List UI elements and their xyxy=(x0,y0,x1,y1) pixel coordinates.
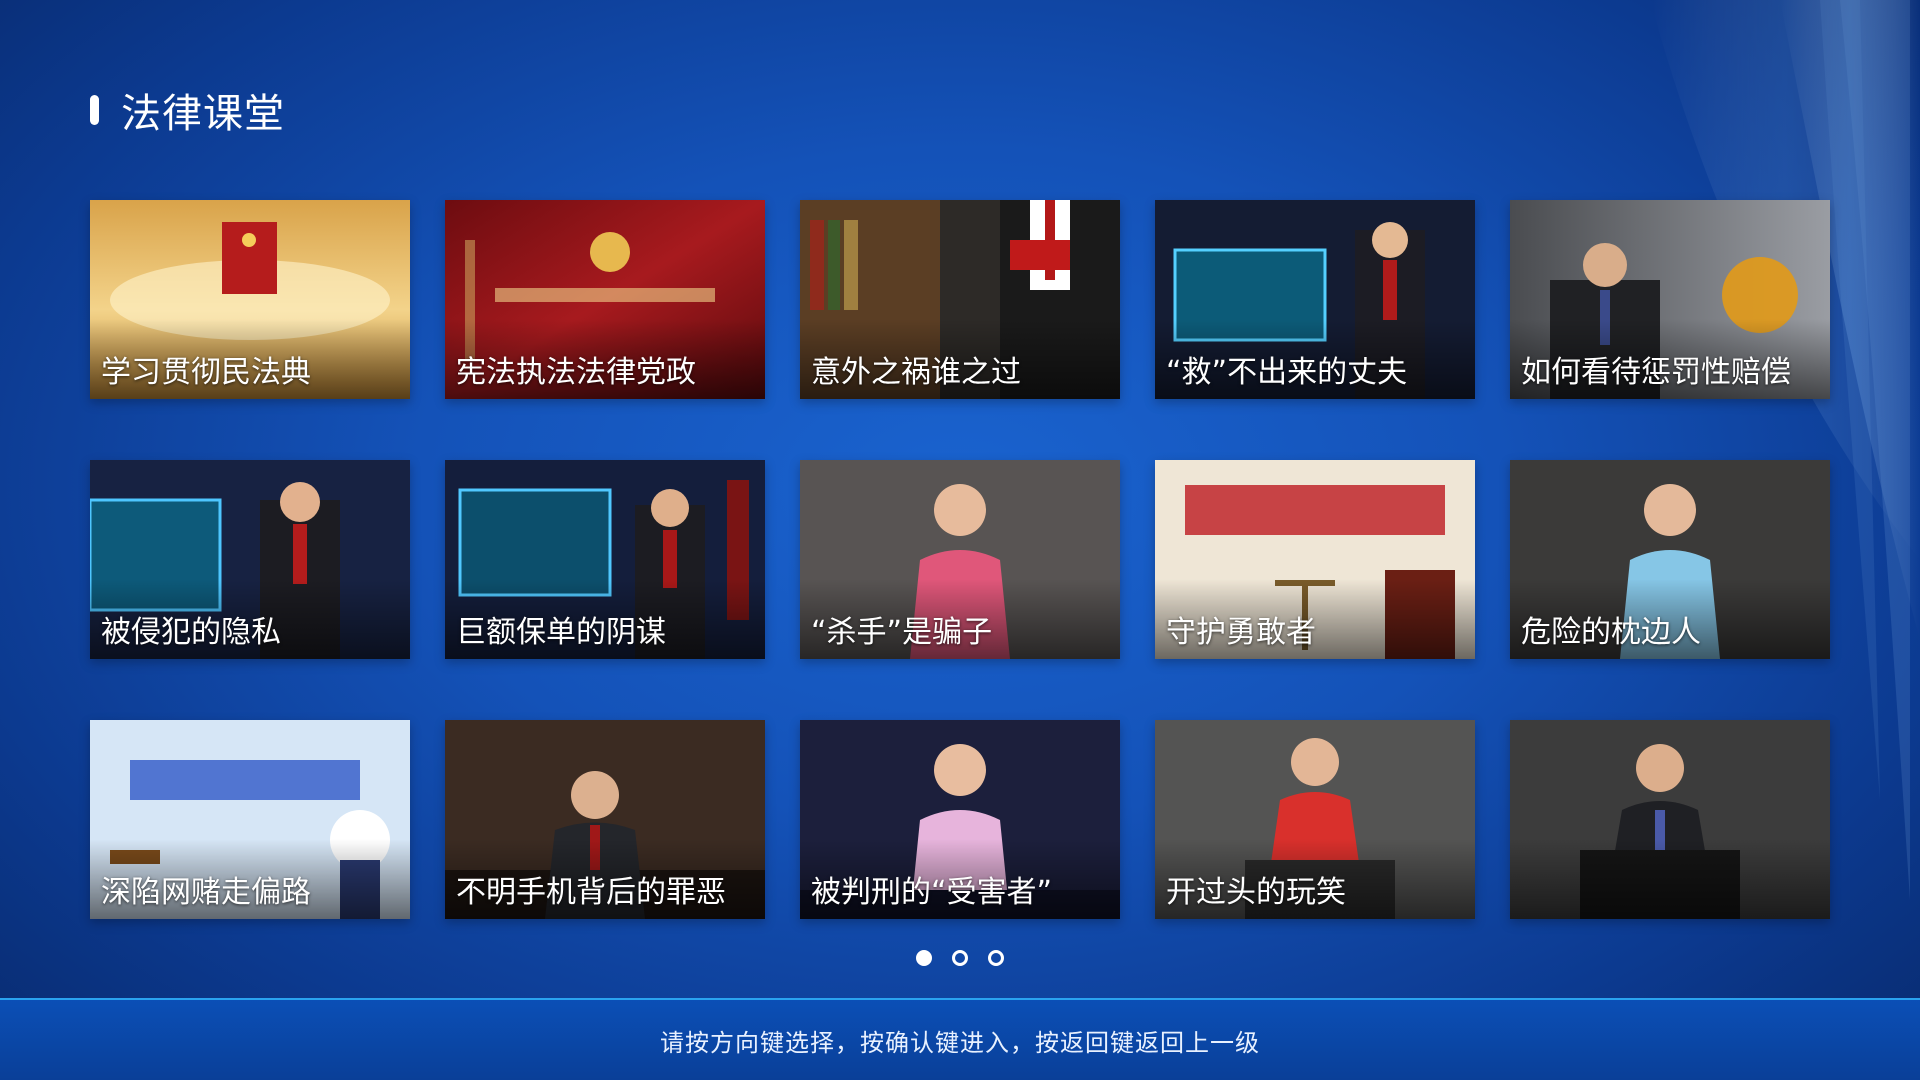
video-card[interactable]: 不明手机背后的罪恶 xyxy=(445,720,765,919)
video-card[interactable] xyxy=(1510,720,1830,919)
video-card[interactable]: “杀手”是骗子 xyxy=(800,460,1120,659)
footer-bar: 请按方向键选择，按确认键进入，按返回键返回上一级 xyxy=(0,998,1920,1080)
video-title: 宪法执法法律党政 xyxy=(456,355,696,390)
video-card[interactable]: 宪法执法法律党政 xyxy=(445,200,765,399)
video-title: 开过头的玩笑 xyxy=(1166,875,1346,910)
video-title: 意外之祸谁之过 xyxy=(811,355,1021,390)
video-grid: 学习贯彻民法典 宪法执法法律党政 意外之祸谁之过 “救”不出来的丈夫 如何看待惩… xyxy=(90,200,1831,919)
page-dot-2[interactable] xyxy=(952,950,968,966)
title-accent-bar xyxy=(90,95,99,125)
video-card[interactable]: 深陷网赌走偏路 xyxy=(90,720,410,919)
navigation-hint: 请按方向键选择，按确认键进入，按返回键返回上一级 xyxy=(660,1028,1260,1057)
video-card[interactable]: 守护勇敢者 xyxy=(1155,460,1475,659)
video-card[interactable]: 巨额保单的阴谋 xyxy=(445,460,765,659)
page-dot-1[interactable] xyxy=(916,950,932,966)
video-card[interactable]: 危险的枕边人 xyxy=(1510,460,1830,659)
pagination-dots xyxy=(0,950,1920,966)
video-title: 如何看待惩罚性赔偿 xyxy=(1521,355,1791,390)
video-title: 被侵犯的隐私 xyxy=(101,615,281,650)
video-card[interactable]: 学习贯彻民法典 xyxy=(90,200,410,399)
video-title: 学习贯彻民法典 xyxy=(101,355,311,390)
video-card[interactable]: 被判刑的“受害者” xyxy=(800,720,1120,919)
video-card[interactable]: 如何看待惩罚性赔偿 xyxy=(1510,200,1830,399)
video-title: 被判刑的“受害者” xyxy=(811,875,1053,910)
video-title: 守护勇敢者 xyxy=(1166,615,1316,650)
video-title: 危险的枕边人 xyxy=(1521,615,1701,650)
video-title: “杀手”是骗子 xyxy=(811,615,993,650)
video-title: 巨额保单的阴谋 xyxy=(456,615,666,650)
video-card[interactable]: 被侵犯的隐私 xyxy=(90,460,410,659)
section-header: 法律课堂 xyxy=(90,86,285,137)
page-dot-3[interactable] xyxy=(988,950,1004,966)
thumbnail-shade xyxy=(1510,839,1830,919)
video-card[interactable]: 开过头的玩笑 xyxy=(1155,720,1475,919)
video-title: 不明手机背后的罪恶 xyxy=(456,875,726,910)
video-title: “救”不出来的丈夫 xyxy=(1166,355,1408,390)
video-title: 深陷网赌走偏路 xyxy=(101,875,311,910)
video-card[interactable]: 意外之祸谁之过 xyxy=(800,200,1120,399)
page-title: 法律课堂 xyxy=(121,91,285,137)
video-card[interactable]: “救”不出来的丈夫 xyxy=(1155,200,1475,399)
